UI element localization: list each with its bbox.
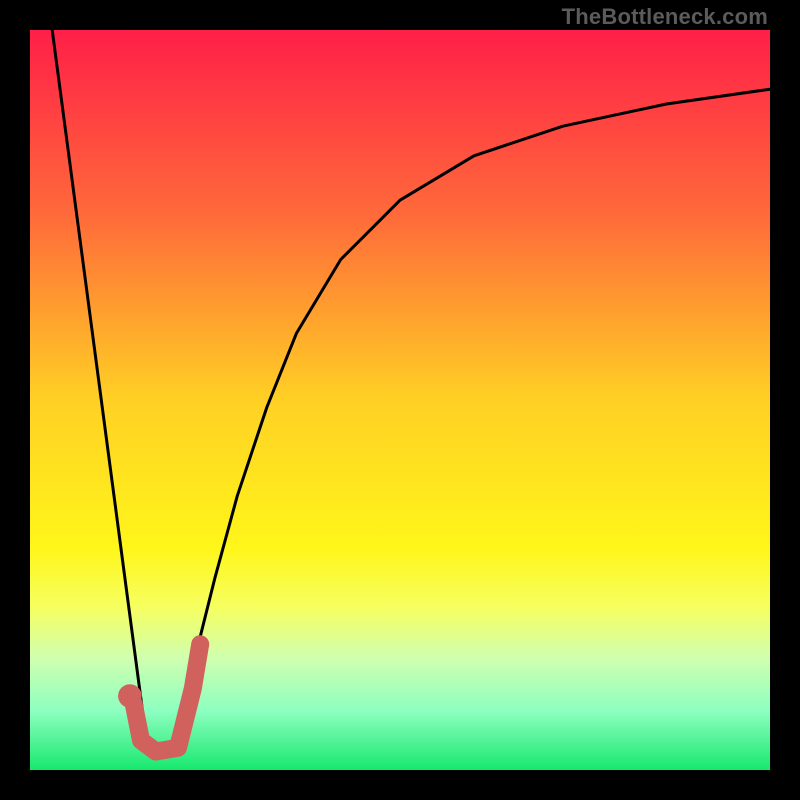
plot-area xyxy=(30,30,770,770)
watermark-text: TheBottleneck.com xyxy=(562,4,768,30)
selected-point xyxy=(118,684,142,708)
gradient-background xyxy=(30,30,770,770)
bottleneck-chart xyxy=(30,30,770,770)
chart-frame: TheBottleneck.com xyxy=(0,0,800,800)
